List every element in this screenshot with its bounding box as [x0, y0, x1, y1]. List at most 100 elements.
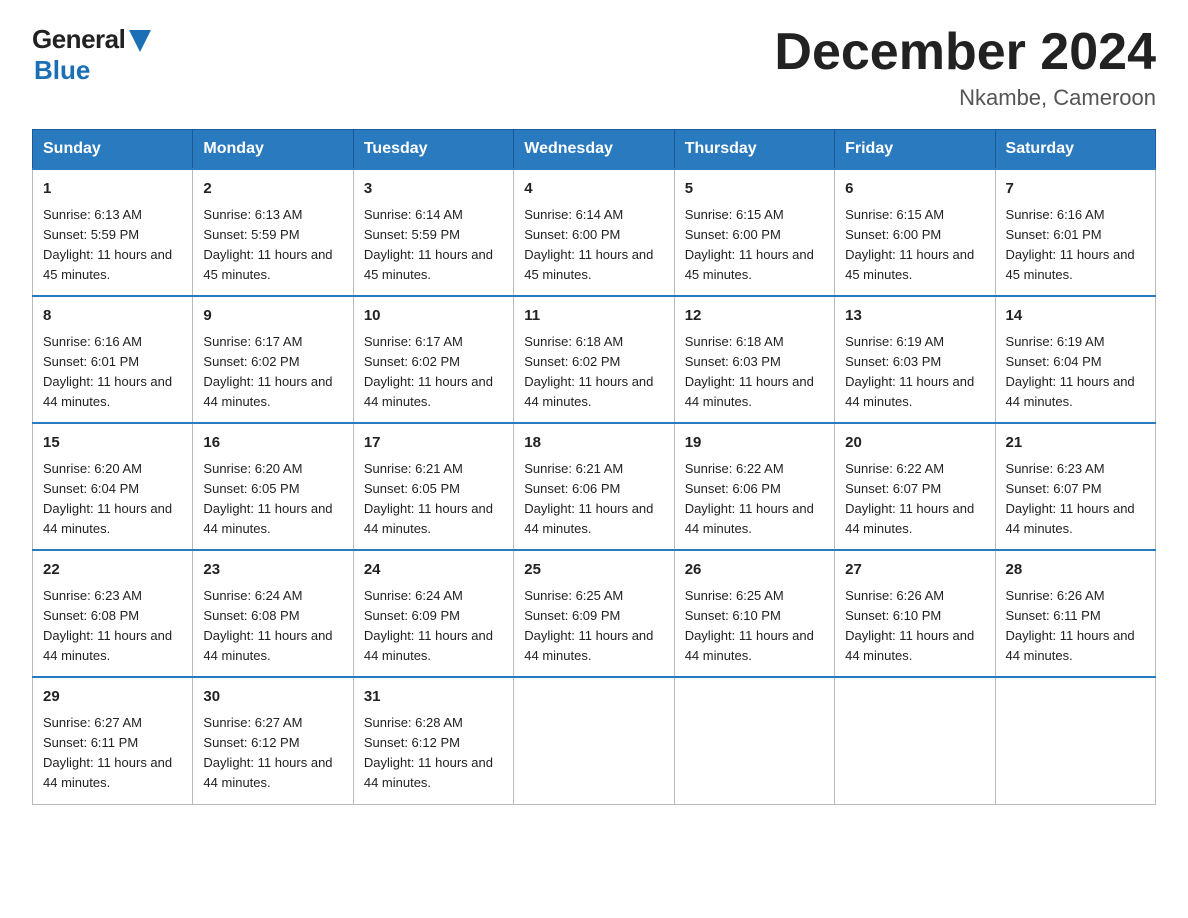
day-info: Sunrise: 6:14 AMSunset: 6:00 PMDaylight:…: [524, 207, 653, 282]
calendar-cell: 6 Sunrise: 6:15 AMSunset: 6:00 PMDayligh…: [835, 169, 995, 296]
day-info: Sunrise: 6:22 AMSunset: 6:06 PMDaylight:…: [685, 461, 814, 536]
day-info: Sunrise: 6:15 AMSunset: 6:00 PMDaylight:…: [685, 207, 814, 282]
day-number: 19: [685, 432, 824, 455]
calendar-cell: 5 Sunrise: 6:15 AMSunset: 6:00 PMDayligh…: [674, 169, 834, 296]
day-info: Sunrise: 6:24 AMSunset: 6:08 PMDaylight:…: [203, 588, 332, 663]
column-header-tuesday: Tuesday: [353, 130, 513, 170]
calendar-cell: 20 Sunrise: 6:22 AMSunset: 6:07 PMDaylig…: [835, 423, 995, 550]
day-number: 6: [845, 178, 984, 201]
week-row-5: 29 Sunrise: 6:27 AMSunset: 6:11 PMDaylig…: [33, 677, 1156, 804]
calendar-cell: 10 Sunrise: 6:17 AMSunset: 6:02 PMDaylig…: [353, 296, 513, 423]
day-number: 31: [364, 686, 503, 709]
column-header-monday: Monday: [193, 130, 353, 170]
day-info: Sunrise: 6:24 AMSunset: 6:09 PMDaylight:…: [364, 588, 493, 663]
calendar-subtitle: Nkambe, Cameroon: [774, 85, 1156, 111]
day-number: 10: [364, 305, 503, 328]
day-info: Sunrise: 6:25 AMSunset: 6:09 PMDaylight:…: [524, 588, 653, 663]
week-row-4: 22 Sunrise: 6:23 AMSunset: 6:08 PMDaylig…: [33, 550, 1156, 677]
day-number: 20: [845, 432, 984, 455]
calendar-header-row: SundayMondayTuesdayWednesdayThursdayFrid…: [33, 130, 1156, 170]
calendar-cell: [514, 677, 674, 804]
day-info: Sunrise: 6:20 AMSunset: 6:04 PMDaylight:…: [43, 461, 172, 536]
calendar-cell: 2 Sunrise: 6:13 AMSunset: 5:59 PMDayligh…: [193, 169, 353, 296]
calendar-cell: 4 Sunrise: 6:14 AMSunset: 6:00 PMDayligh…: [514, 169, 674, 296]
day-number: 14: [1006, 305, 1145, 328]
calendar-cell: 24 Sunrise: 6:24 AMSunset: 6:09 PMDaylig…: [353, 550, 513, 677]
calendar-cell: [835, 677, 995, 804]
day-info: Sunrise: 6:26 AMSunset: 6:11 PMDaylight:…: [1006, 588, 1135, 663]
day-number: 16: [203, 432, 342, 455]
day-info: Sunrise: 6:13 AMSunset: 5:59 PMDaylight:…: [43, 207, 172, 282]
day-number: 23: [203, 559, 342, 582]
calendar-cell: 30 Sunrise: 6:27 AMSunset: 6:12 PMDaylig…: [193, 677, 353, 804]
calendar-cell: 13 Sunrise: 6:19 AMSunset: 6:03 PMDaylig…: [835, 296, 995, 423]
week-row-1: 1 Sunrise: 6:13 AMSunset: 5:59 PMDayligh…: [33, 169, 1156, 296]
day-info: Sunrise: 6:14 AMSunset: 5:59 PMDaylight:…: [364, 207, 493, 282]
day-number: 1: [43, 178, 182, 201]
day-number: 3: [364, 178, 503, 201]
calendar-cell: 3 Sunrise: 6:14 AMSunset: 5:59 PMDayligh…: [353, 169, 513, 296]
day-info: Sunrise: 6:23 AMSunset: 6:07 PMDaylight:…: [1006, 461, 1135, 536]
day-info: Sunrise: 6:21 AMSunset: 6:06 PMDaylight:…: [524, 461, 653, 536]
day-number: 30: [203, 686, 342, 709]
logo-triangle-icon: [129, 30, 151, 52]
calendar-cell: 17 Sunrise: 6:21 AMSunset: 6:05 PMDaylig…: [353, 423, 513, 550]
calendar-cell: 11 Sunrise: 6:18 AMSunset: 6:02 PMDaylig…: [514, 296, 674, 423]
calendar-cell: 31 Sunrise: 6:28 AMSunset: 6:12 PMDaylig…: [353, 677, 513, 804]
calendar-cell: 16 Sunrise: 6:20 AMSunset: 6:05 PMDaylig…: [193, 423, 353, 550]
day-info: Sunrise: 6:28 AMSunset: 6:12 PMDaylight:…: [364, 715, 493, 790]
day-number: 2: [203, 178, 342, 201]
calendar-cell: [674, 677, 834, 804]
day-number: 4: [524, 178, 663, 201]
day-info: Sunrise: 6:26 AMSunset: 6:10 PMDaylight:…: [845, 588, 974, 663]
calendar-cell: 14 Sunrise: 6:19 AMSunset: 6:04 PMDaylig…: [995, 296, 1155, 423]
day-number: 5: [685, 178, 824, 201]
title-block: December 2024 Nkambe, Cameroon: [774, 24, 1156, 111]
week-row-3: 15 Sunrise: 6:20 AMSunset: 6:04 PMDaylig…: [33, 423, 1156, 550]
calendar-cell: 21 Sunrise: 6:23 AMSunset: 6:07 PMDaylig…: [995, 423, 1155, 550]
calendar-cell: 28 Sunrise: 6:26 AMSunset: 6:11 PMDaylig…: [995, 550, 1155, 677]
calendar-cell: 26 Sunrise: 6:25 AMSunset: 6:10 PMDaylig…: [674, 550, 834, 677]
calendar-cell: 1 Sunrise: 6:13 AMSunset: 5:59 PMDayligh…: [33, 169, 193, 296]
day-number: 8: [43, 305, 182, 328]
page-header: General Blue December 2024 Nkambe, Camer…: [32, 24, 1156, 111]
calendar-cell: 15 Sunrise: 6:20 AMSunset: 6:04 PMDaylig…: [33, 423, 193, 550]
calendar-cell: 25 Sunrise: 6:25 AMSunset: 6:09 PMDaylig…: [514, 550, 674, 677]
day-info: Sunrise: 6:17 AMSunset: 6:02 PMDaylight:…: [203, 334, 332, 409]
week-row-2: 8 Sunrise: 6:16 AMSunset: 6:01 PMDayligh…: [33, 296, 1156, 423]
day-info: Sunrise: 6:13 AMSunset: 5:59 PMDaylight:…: [203, 207, 332, 282]
day-number: 11: [524, 305, 663, 328]
day-info: Sunrise: 6:20 AMSunset: 6:05 PMDaylight:…: [203, 461, 332, 536]
day-number: 13: [845, 305, 984, 328]
day-info: Sunrise: 6:18 AMSunset: 6:02 PMDaylight:…: [524, 334, 653, 409]
day-info: Sunrise: 6:21 AMSunset: 6:05 PMDaylight:…: [364, 461, 493, 536]
calendar-cell: 27 Sunrise: 6:26 AMSunset: 6:10 PMDaylig…: [835, 550, 995, 677]
day-info: Sunrise: 6:18 AMSunset: 6:03 PMDaylight:…: [685, 334, 814, 409]
calendar-cell: 7 Sunrise: 6:16 AMSunset: 6:01 PMDayligh…: [995, 169, 1155, 296]
day-number: 9: [203, 305, 342, 328]
day-info: Sunrise: 6:27 AMSunset: 6:12 PMDaylight:…: [203, 715, 332, 790]
day-number: 17: [364, 432, 503, 455]
calendar-cell: 29 Sunrise: 6:27 AMSunset: 6:11 PMDaylig…: [33, 677, 193, 804]
day-number: 29: [43, 686, 182, 709]
day-info: Sunrise: 6:15 AMSunset: 6:00 PMDaylight:…: [845, 207, 974, 282]
calendar-cell: 23 Sunrise: 6:24 AMSunset: 6:08 PMDaylig…: [193, 550, 353, 677]
day-number: 15: [43, 432, 182, 455]
logo: General Blue: [32, 24, 151, 86]
calendar-table: SundayMondayTuesdayWednesdayThursdayFrid…: [32, 129, 1156, 804]
day-number: 26: [685, 559, 824, 582]
calendar-cell: 8 Sunrise: 6:16 AMSunset: 6:01 PMDayligh…: [33, 296, 193, 423]
day-info: Sunrise: 6:22 AMSunset: 6:07 PMDaylight:…: [845, 461, 974, 536]
calendar-cell: 12 Sunrise: 6:18 AMSunset: 6:03 PMDaylig…: [674, 296, 834, 423]
column-header-wednesday: Wednesday: [514, 130, 674, 170]
day-info: Sunrise: 6:17 AMSunset: 6:02 PMDaylight:…: [364, 334, 493, 409]
day-info: Sunrise: 6:19 AMSunset: 6:04 PMDaylight:…: [1006, 334, 1135, 409]
day-number: 7: [1006, 178, 1145, 201]
column-header-friday: Friday: [835, 130, 995, 170]
day-number: 24: [364, 559, 503, 582]
column-header-saturday: Saturday: [995, 130, 1155, 170]
calendar-cell: 22 Sunrise: 6:23 AMSunset: 6:08 PMDaylig…: [33, 550, 193, 677]
calendar-cell: 18 Sunrise: 6:21 AMSunset: 6:06 PMDaylig…: [514, 423, 674, 550]
day-number: 22: [43, 559, 182, 582]
calendar-cell: 19 Sunrise: 6:22 AMSunset: 6:06 PMDaylig…: [674, 423, 834, 550]
